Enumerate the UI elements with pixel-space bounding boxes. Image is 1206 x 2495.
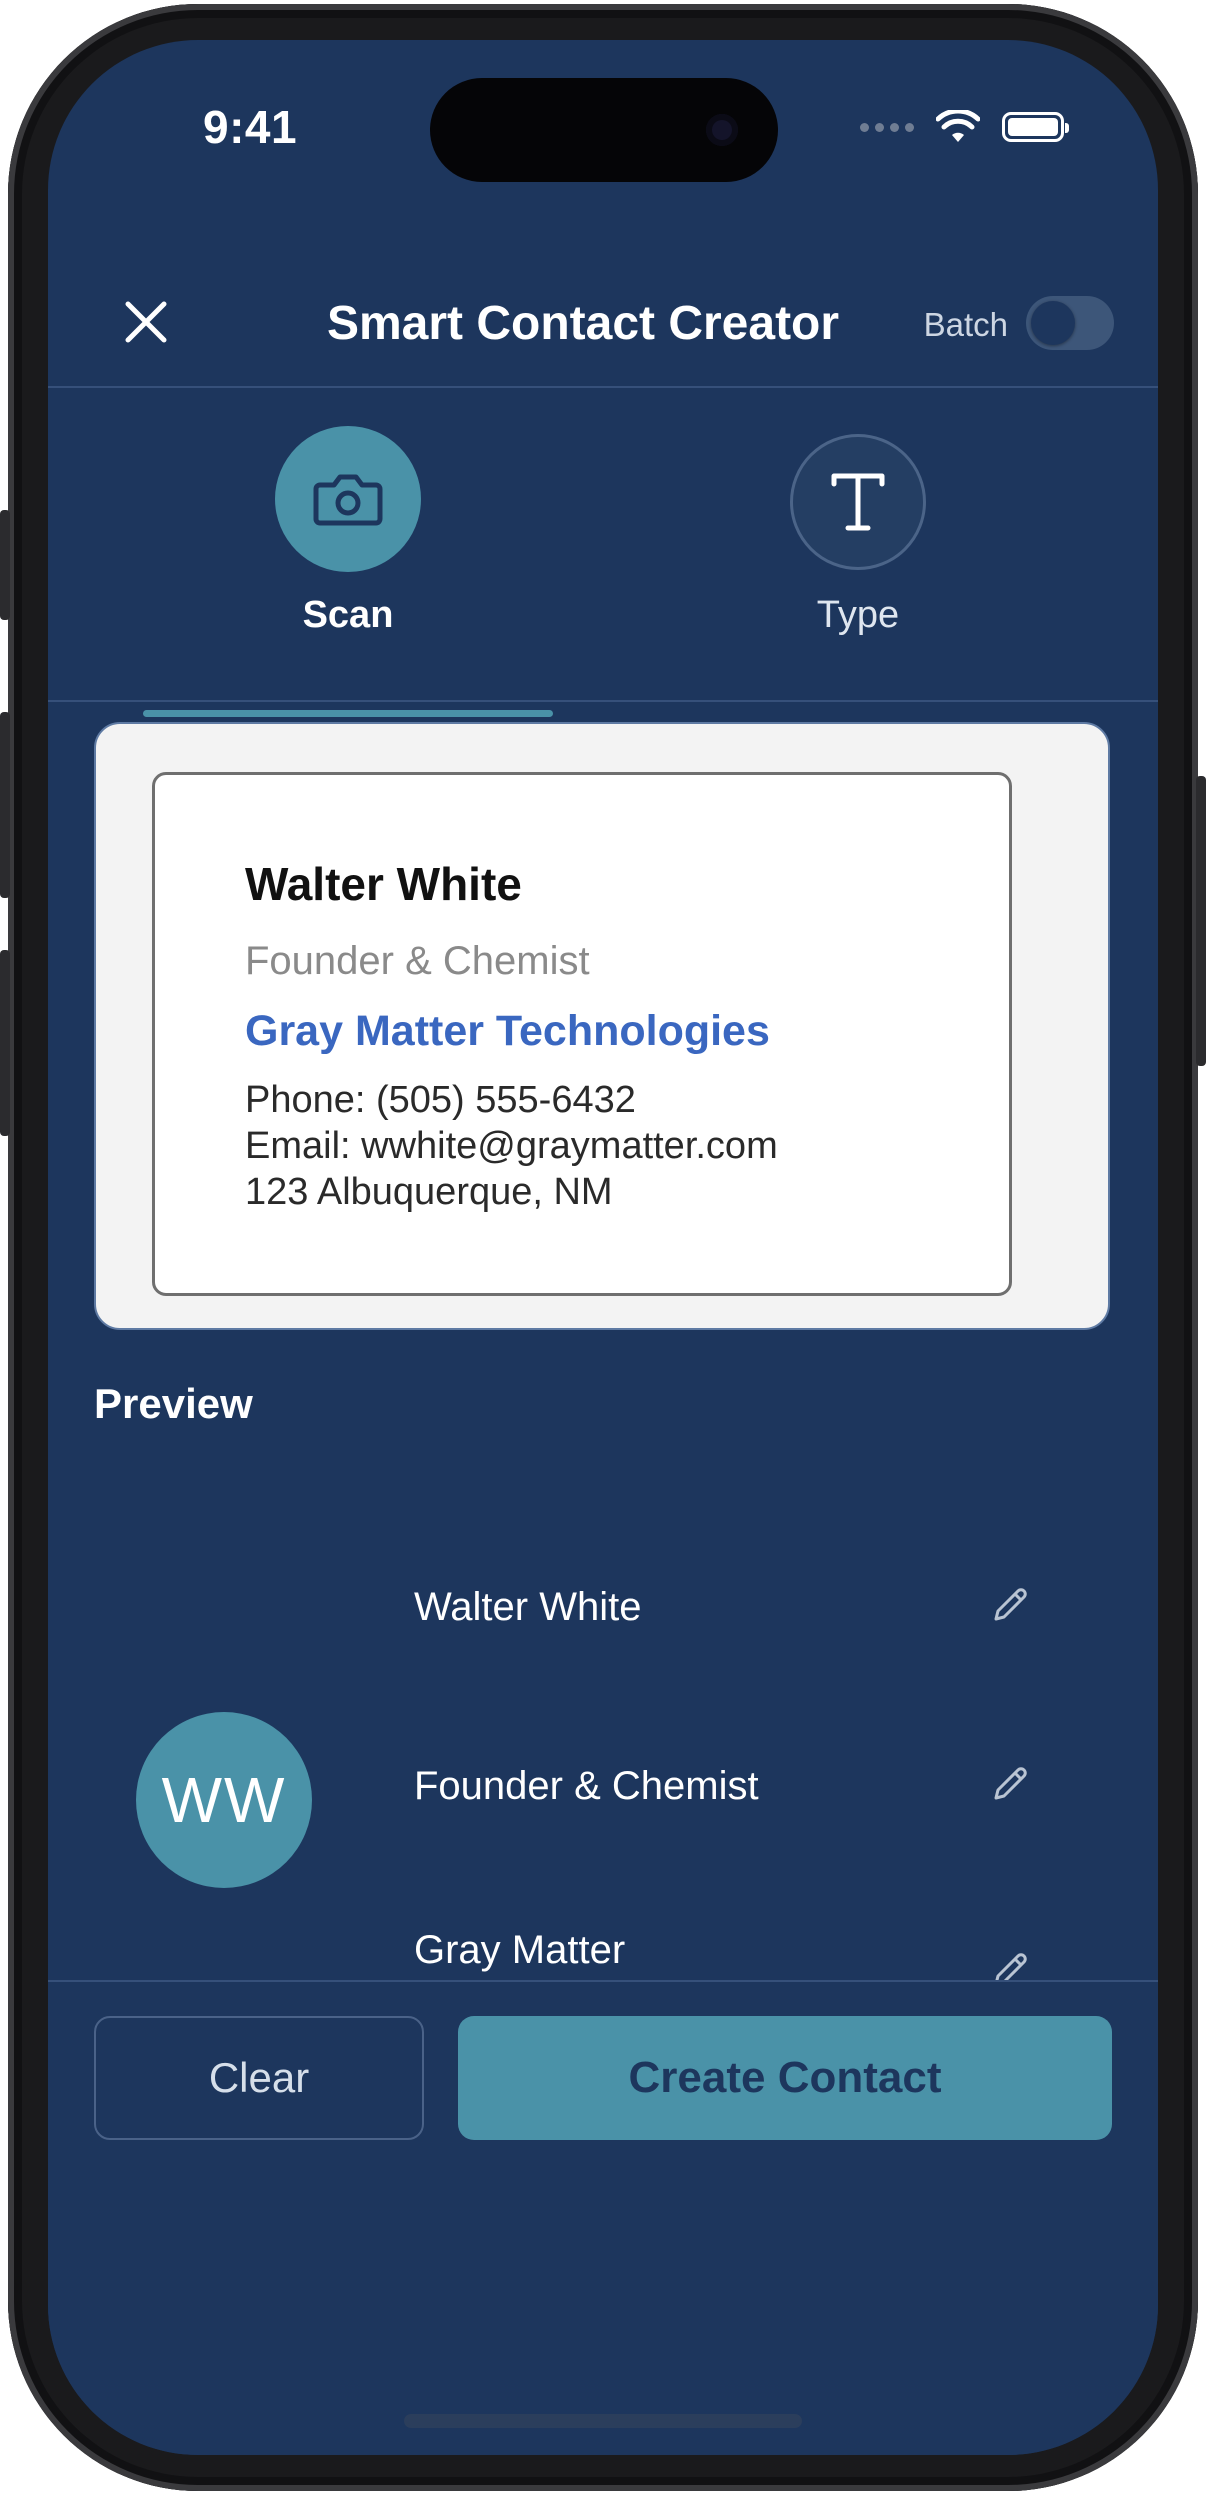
power-button xyxy=(1196,776,1206,1066)
preview-field-name: Walter White xyxy=(414,1585,1034,1655)
pencil-icon[interactable] xyxy=(986,1760,1034,1808)
field-title-value: Founder & Chemist xyxy=(414,1764,759,1808)
batch-toggle[interactable] xyxy=(1026,296,1114,350)
field-name-value: Walter White xyxy=(414,1585,642,1629)
front-camera-icon xyxy=(706,114,738,146)
cellular-signal-icon xyxy=(860,122,914,132)
status-indicators xyxy=(860,110,1069,144)
status-time: 9:41 xyxy=(203,101,298,153)
card-role: Founder & Chemist xyxy=(245,939,590,983)
status-bar: 9:41 xyxy=(48,40,1158,210)
tabs-divider xyxy=(48,700,1158,702)
selected-tab-indicator xyxy=(143,710,553,717)
tab-scan-label: Scan xyxy=(302,594,394,636)
create-contact-button[interactable]: Create Contact xyxy=(458,2016,1112,2140)
card-email: Email: wwhite@graymatter.com xyxy=(245,1125,778,1167)
text-t-icon xyxy=(831,473,885,531)
wifi-icon xyxy=(936,110,980,142)
card-company: Gray Matter Technologies xyxy=(245,1007,770,1055)
batch-label: Batch xyxy=(923,306,1008,343)
camera-icon xyxy=(313,474,383,526)
card-address: 123 Albuquerque, NM xyxy=(245,1171,613,1213)
tab-type[interactable]: Type xyxy=(648,426,1068,637)
action-bar: Clear Create Contact xyxy=(48,1980,1158,2455)
business-card-image: Walter White Founder & Chemist Gray Matt… xyxy=(152,772,1012,1296)
volume-up-button xyxy=(0,712,10,898)
type-button[interactable] xyxy=(790,434,926,570)
clear-button[interactable]: Clear xyxy=(94,2016,424,2140)
input-mode-tabs: Scan Type xyxy=(48,426,1158,726)
preview-field-title: Founder & Chemist xyxy=(414,1764,1034,1834)
nav-divider xyxy=(48,386,1158,388)
tab-scan[interactable]: Scan xyxy=(138,426,558,637)
pencil-icon[interactable] xyxy=(986,1581,1034,1629)
card-name: Walter White xyxy=(245,858,522,910)
home-indicator[interactable] xyxy=(404,2414,802,2428)
volume-down-button xyxy=(0,950,10,1136)
avatar: WW xyxy=(136,1712,312,1888)
app-screen: 9:41 Smart Contact Creator Batch Scan Ty… xyxy=(48,40,1158,2455)
tab-type-label: Type xyxy=(816,594,900,636)
battery-icon xyxy=(1002,112,1069,142)
card-phone: Phone: (505) 555-6432 xyxy=(245,1079,636,1121)
dynamic-island xyxy=(430,78,778,182)
field-company-value: Gray Matter xyxy=(414,1928,626,1972)
scanned-card-preview[interactable]: Walter White Founder & Chemist Gray Matt… xyxy=(94,722,1110,1330)
preview-heading: Preview xyxy=(94,1380,253,1427)
navigation-bar: Smart Contact Creator Batch xyxy=(48,260,1158,384)
toggle-knob xyxy=(1031,301,1075,345)
scan-button[interactable] xyxy=(275,426,421,572)
action-button xyxy=(0,510,10,620)
action-bar-divider xyxy=(48,1980,1158,1982)
